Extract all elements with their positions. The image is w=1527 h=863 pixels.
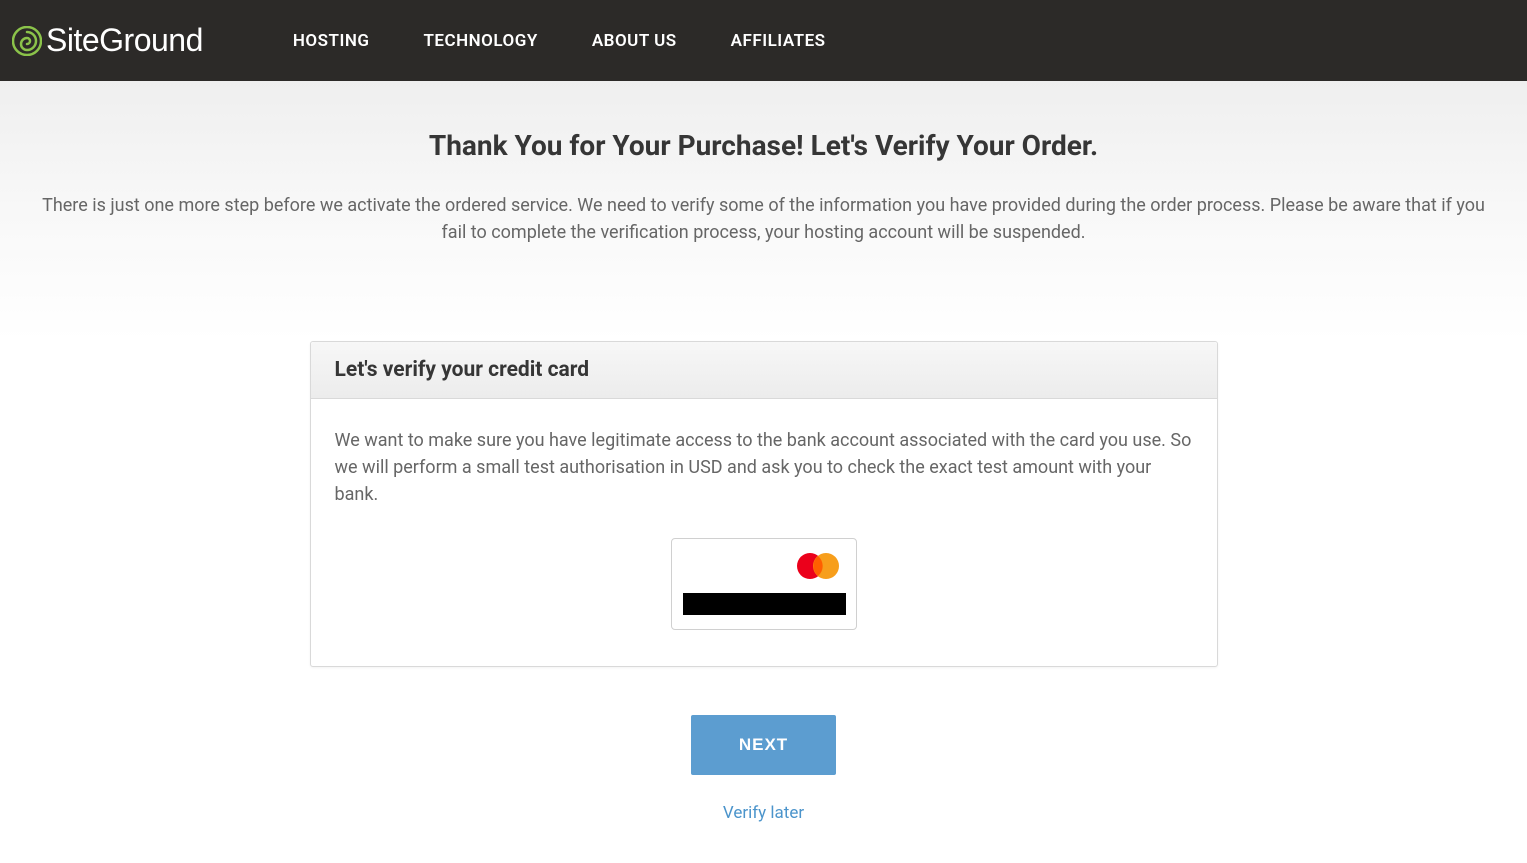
logo[interactable]: SiteGround — [12, 22, 203, 59]
page-title: Thank You for Your Purchase! Let's Verif… — [29, 129, 1499, 162]
nav-hosting[interactable]: HOSTING — [293, 31, 370, 51]
page-subtitle: There is just one more step before we ac… — [29, 192, 1499, 246]
actions-container: NEXT Verify later — [0, 715, 1527, 863]
nav-about-us[interactable]: ABOUT US — [592, 31, 677, 51]
main-content: Thank You for Your Purchase! Let's Verif… — [14, 81, 1514, 246]
card-body: We want to make sure you have legitimate… — [311, 399, 1217, 666]
credit-card-display — [671, 538, 857, 630]
verify-later-link[interactable]: Verify later — [0, 803, 1527, 823]
card-body-text: We want to make sure you have legitimate… — [335, 427, 1193, 508]
next-button[interactable]: NEXT — [691, 715, 836, 775]
main-header: SiteGround HOSTING TECHNOLOGY ABOUT US A… — [0, 0, 1527, 81]
nav-technology[interactable]: TECHNOLOGY — [423, 31, 537, 51]
siteground-icon — [12, 26, 42, 56]
card-header: Let's verify your credit card — [311, 342, 1217, 399]
card-title: Let's verify your credit card — [335, 358, 1193, 382]
card-number-strip — [683, 593, 846, 615]
logo-text: SiteGround — [46, 22, 203, 59]
nav-affiliates[interactable]: AFFILIATES — [731, 31, 826, 51]
mastercard-icon — [794, 551, 842, 585]
verify-card-panel: Let's verify your credit card We want to… — [310, 341, 1218, 667]
main-nav: HOSTING TECHNOLOGY ABOUT US AFFILIATES — [293, 31, 826, 51]
